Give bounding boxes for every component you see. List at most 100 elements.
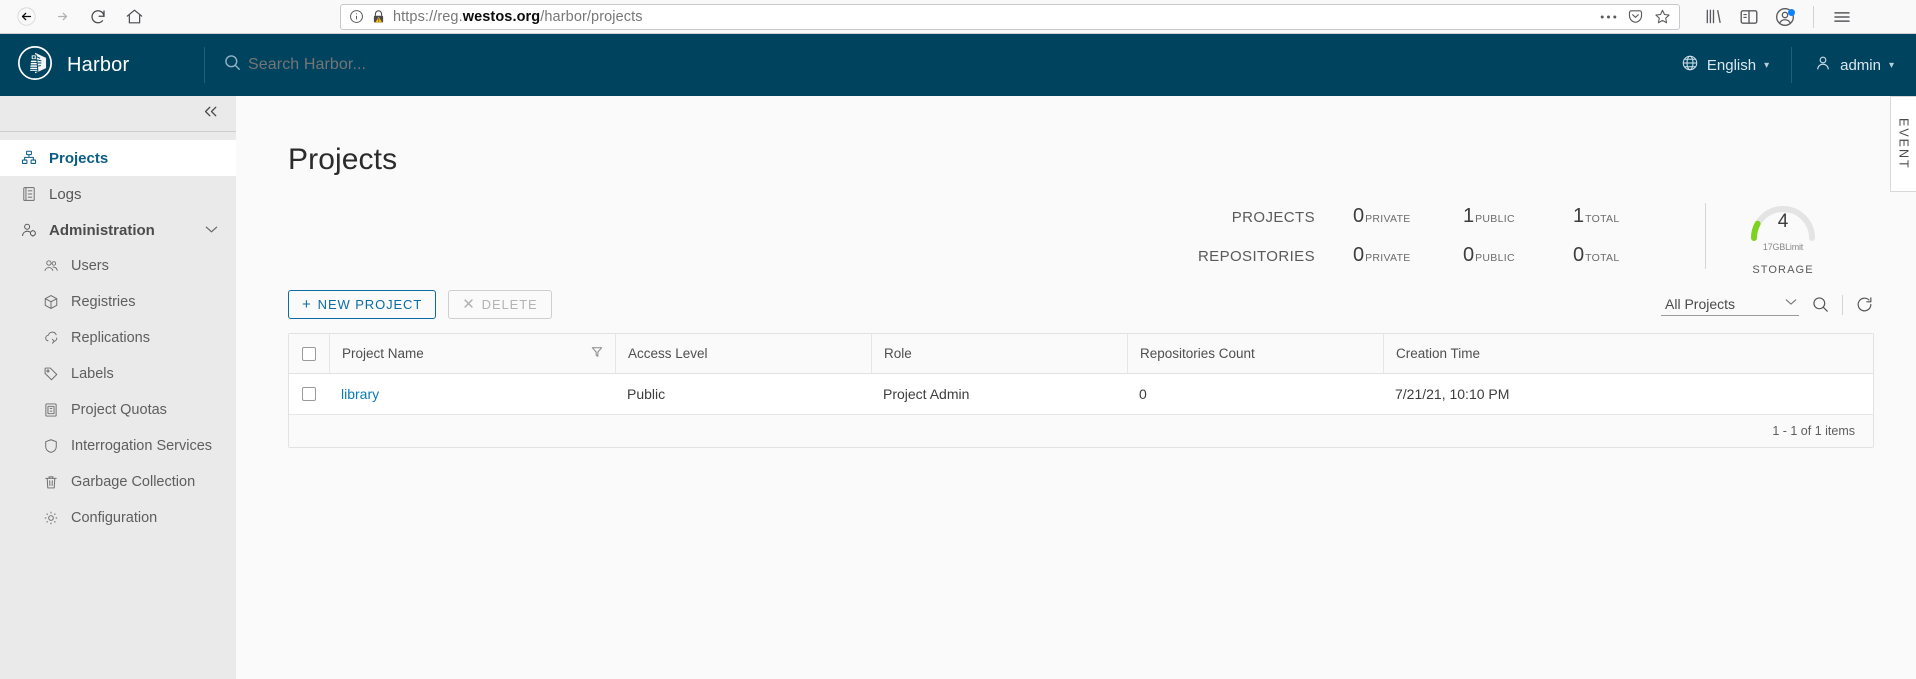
hamburger-menu-icon[interactable] — [1832, 8, 1852, 26]
sidebar-item-label: Interrogation Services — [71, 438, 213, 454]
project-quotas-icon — [42, 401, 60, 419]
garbage-collection-icon — [42, 473, 60, 491]
sidebar: Projects Logs Administration Users Regis… — [0, 96, 236, 679]
harbor-search[interactable] — [205, 53, 1659, 77]
url-bar[interactable]: https://reg.westos.org/harbor/projects — [340, 3, 1680, 30]
event-tab-label: EVENT — [1896, 118, 1911, 170]
home-button[interactable] — [118, 3, 150, 31]
sidebar-item-logs[interactable]: Logs — [0, 176, 236, 212]
page-title: Projects — [288, 143, 398, 176]
stat-value: 0 — [1353, 243, 1365, 266]
info-circle-icon[interactable] — [349, 9, 364, 24]
header-actions: English ▾ admin ▾ — [1659, 34, 1916, 96]
stat-repositories-public: 0 PUBLIC — [1463, 244, 1573, 267]
sidebar-item-label: Replications — [71, 330, 150, 346]
user-menu[interactable]: admin ▾ — [1792, 34, 1916, 96]
library-icon[interactable] — [1704, 8, 1723, 25]
user-icon — [1814, 54, 1832, 76]
back-button[interactable] — [10, 3, 42, 31]
column-header-access-level[interactable]: Access Level — [615, 334, 871, 373]
project-filter-select[interactable]: All Projects — [1661, 294, 1799, 316]
project-link[interactable]: library — [341, 386, 379, 402]
column-label: Project Name — [342, 346, 424, 361]
stat-projects-public: 1 PUBLIC — [1463, 205, 1573, 228]
sidebar-item-garbage-collection[interactable]: Garbage Collection — [0, 464, 236, 500]
column-label: Access Level — [628, 346, 708, 361]
sidebar-icon[interactable] — [1739, 8, 1759, 26]
stat-unit: PRIVATE — [1365, 212, 1411, 225]
column-label: Role — [884, 346, 912, 361]
reload-button[interactable] — [82, 3, 114, 31]
stat-repositories-private: 0 PRIVATE — [1353, 244, 1463, 267]
sidebar-item-labels[interactable]: Labels — [0, 356, 236, 392]
globe-icon — [1681, 54, 1699, 76]
refresh-button[interactable] — [1855, 295, 1874, 314]
back-arrow-icon — [16, 7, 36, 26]
users-icon — [42, 257, 60, 275]
harbor-brand[interactable]: Harbor — [0, 45, 204, 85]
event-tab[interactable]: EVENT — [1890, 96, 1916, 192]
table-search-button[interactable] — [1811, 295, 1830, 314]
projects-icon — [20, 149, 38, 167]
stat-value: 1 — [1573, 204, 1585, 227]
lock-warning-icon[interactable] — [371, 9, 386, 25]
statistics-row-label: REPOSITORIES — [1197, 247, 1315, 265]
sidebar-item-label: Project Quotas — [71, 402, 167, 418]
search-input[interactable] — [248, 56, 668, 74]
new-project-button[interactable]: + NEW PROJECT — [288, 290, 437, 319]
sidebar-item-project-quotas[interactable]: Project Quotas — [0, 392, 236, 428]
star-icon[interactable] — [1654, 8, 1671, 25]
sidebar-item-administration[interactable]: Administration — [0, 212, 236, 248]
checkbox-box — [302, 346, 316, 361]
plus-icon: + — [302, 296, 312, 313]
reload-icon — [91, 9, 105, 23]
delete-label: DELETE — [481, 297, 538, 312]
replications-icon — [42, 329, 60, 347]
delete-button[interactable]: ✕ DELETE — [448, 290, 552, 319]
table-header-row: Project Name Access Level Role Repositor… — [289, 334, 1873, 374]
interrogation-services-icon — [42, 437, 60, 455]
sidebar-item-label: Users — [71, 258, 109, 274]
cell-repositories-count: 0 — [1139, 386, 1147, 402]
projects-table: Project Name Access Level Role Repositor… — [288, 333, 1874, 448]
url-text[interactable]: https://reg.westos.org/harbor/projects — [393, 9, 1593, 25]
select-all-checkbox[interactable] — [289, 334, 329, 373]
statistics-grid: PROJECTS 0 PRIVATE 1 PUBLIC 1 TOTAL REPO… — [1163, 205, 1683, 267]
table-row[interactable]: library Public Project Admin 0 7/21/21, … — [289, 374, 1873, 415]
stat-unit: PRIVATE — [1365, 251, 1411, 264]
account-notification-dot — [1788, 8, 1795, 16]
sidebar-item-interrogation-services[interactable]: Interrogation Services — [0, 428, 236, 464]
column-header-project-name[interactable]: Project Name — [329, 334, 615, 373]
sidebar-item-users[interactable]: Users — [0, 248, 236, 284]
ellipsis-icon[interactable] — [1600, 14, 1617, 20]
sidebar-item-label: Garbage Collection — [71, 474, 196, 490]
sidebar-item-replications[interactable]: Replications — [0, 320, 236, 356]
toolbar-divider — [1813, 5, 1814, 28]
double-chevron-left-icon — [203, 105, 220, 123]
pocket-icon[interactable] — [1627, 8, 1644, 25]
stat-projects-private: 0 PRIVATE — [1353, 205, 1463, 228]
stat-repositories-total: 0 TOTAL — [1573, 244, 1683, 267]
sidebar-item-label: Logs — [49, 185, 82, 203]
statistics-row-projects: PROJECTS 0 PRIVATE 1 PUBLIC 1 TOTAL — [1163, 205, 1683, 228]
column-header-repositories-count[interactable]: Repositories Count — [1127, 334, 1383, 373]
storage-value: 4 — [1777, 211, 1789, 232]
sidebar-item-label: Registries — [71, 294, 136, 310]
filter-icon[interactable] — [591, 346, 603, 361]
sidebar-item-registries[interactable]: Registries — [0, 284, 236, 320]
cell-project-name: library — [329, 374, 615, 414]
table-footer: 1 - 1 of 1 items — [289, 415, 1873, 447]
column-header-role[interactable]: Role — [871, 334, 1127, 373]
column-header-creation-time[interactable]: Creation Time — [1383, 334, 1873, 373]
sidebar-item-projects[interactable]: Projects — [0, 140, 236, 176]
harbor-lighthouse-logo — [18, 45, 52, 85]
account-icon[interactable] — [1775, 7, 1795, 27]
forward-button[interactable] — [46, 3, 78, 31]
language-selector[interactable]: English ▾ — [1659, 34, 1791, 96]
stat-unit: TOTAL — [1585, 251, 1620, 264]
sidebar-collapse-button[interactable] — [0, 96, 236, 132]
forward-arrow-icon — [57, 12, 67, 21]
row-checkbox[interactable] — [289, 374, 329, 414]
close-x-icon: ✕ — [462, 296, 476, 313]
sidebar-item-configuration[interactable]: Configuration — [0, 500, 236, 536]
